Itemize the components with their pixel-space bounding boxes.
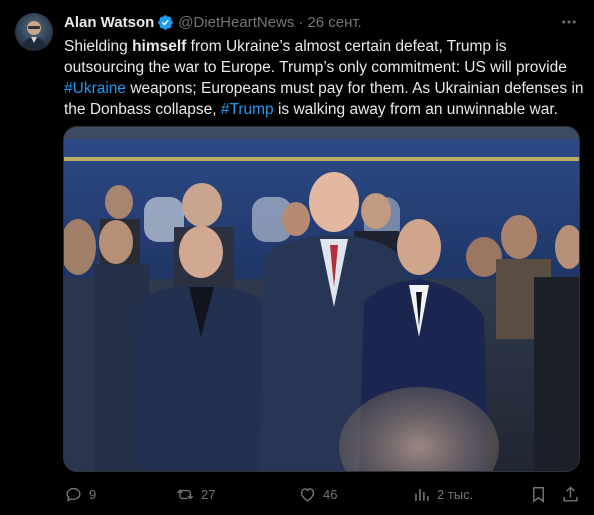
hashtag-ukraine[interactable]: #Ukraine [64, 80, 126, 97]
tweet-text-bold: himself [132, 38, 187, 55]
bookmark-button[interactable] [529, 481, 548, 507]
repost-icon [177, 489, 194, 499]
tweet-text-part: is walking away from an unwinnable war. [273, 101, 558, 118]
more-dots-icon[interactable] [556, 12, 582, 32]
bookmark-icon [533, 486, 544, 503]
share-button[interactable] [561, 481, 580, 507]
like-button[interactable]: 46 [298, 481, 337, 507]
reply-count: 9 [89, 486, 97, 502]
author-handle[interactable]: @DietHeartNews [178, 14, 294, 31]
tweet-photo[interactable] [63, 126, 580, 472]
tweet-text-part: Shielding [64, 38, 133, 55]
share-icon [563, 485, 578, 502]
views-count: 2 тыс. [437, 486, 474, 502]
like-count: 46 [323, 486, 338, 502]
reply-icon [66, 487, 81, 502]
tweet-header: Alan Watson @DietHeartNews · 26 сент. [64, 12, 582, 32]
views-chart-icon [415, 488, 429, 501]
repost-button[interactable]: 27 [176, 481, 215, 507]
avatar-portrait [21, 21, 47, 51]
verified-badge-icon [157, 14, 174, 31]
author-avatar[interactable] [15, 13, 53, 51]
hashtag-trump[interactable]: #Trump [221, 101, 274, 118]
tweet-text: Shielding himself from Ukraine’s almost … [64, 36, 584, 120]
reply-button[interactable]: 9 [64, 481, 96, 507]
tweet-date[interactable]: 26 сент. [307, 14, 361, 31]
separator-dot: · [298, 13, 304, 31]
views-button[interactable]: 2 тыс. [412, 481, 473, 507]
repost-count: 27 [201, 486, 216, 502]
heart-icon [300, 487, 315, 502]
author-name[interactable]: Alan Watson [64, 14, 154, 31]
photo-scene [64, 127, 579, 471]
tweet-action-bar: 9 27 46 2 тыс. [56, 481, 586, 507]
